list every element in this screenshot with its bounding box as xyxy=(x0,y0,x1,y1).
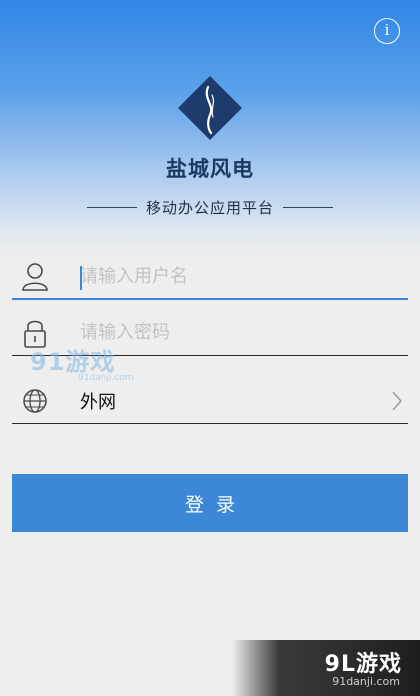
watermark-corner: 9L游戏 91danji.com xyxy=(232,640,420,696)
watermark-corner-text: 9L游戏 xyxy=(324,652,402,677)
username-input[interactable] xyxy=(58,259,408,293)
user-icon xyxy=(12,259,58,293)
globe-icon xyxy=(12,384,58,418)
subtitle-row: 移动办公应用平台 xyxy=(0,196,420,218)
subtitle: 移动办公应用平台 xyxy=(145,198,274,217)
watermark-middle-url: 91danji.com xyxy=(78,373,134,383)
watermark-corner-url: 91danji.com xyxy=(332,675,400,688)
divider-right xyxy=(283,206,333,208)
watermark-middle-text: 91游戏 xyxy=(30,348,116,376)
network-value: 外网 xyxy=(80,391,116,413)
info-icon[interactable]: i xyxy=(374,18,400,44)
network-selector[interactable]: 外网 xyxy=(12,378,408,424)
username-field[interactable] xyxy=(12,254,408,300)
login-button[interactable]: 登录 xyxy=(12,474,408,532)
chevron-right-icon xyxy=(386,388,408,414)
divider-left xyxy=(86,206,137,208)
wind-logo-icon xyxy=(178,76,242,140)
watermark-middle: 91游戏 91danji.com xyxy=(30,342,133,383)
app-title: 盐城风电 xyxy=(166,157,254,181)
text-cursor xyxy=(80,266,82,290)
